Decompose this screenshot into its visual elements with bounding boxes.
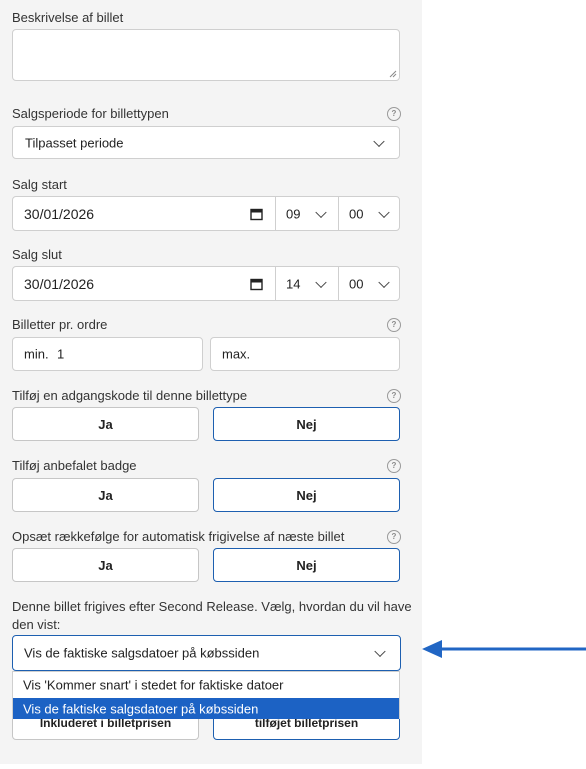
- resize-handle-icon[interactable]: [389, 70, 397, 78]
- sale-start-hour[interactable]: 09: [286, 206, 300, 221]
- option-coming-soon[interactable]: Vis 'Kommer snart' i stedet for faktiske…: [13, 672, 399, 698]
- sale-start-minute[interactable]: 00: [349, 206, 363, 221]
- sale-end-hour[interactable]: 14: [286, 276, 300, 291]
- chevron-down-icon: [373, 135, 385, 147]
- sale-end-row: 30/01/2026 14 00: [12, 266, 400, 301]
- help-icon[interactable]: ?: [387, 318, 401, 332]
- auto-release-yes-button[interactable]: Ja: [12, 548, 199, 582]
- description-textarea[interactable]: [12, 29, 400, 81]
- chevron-down-icon: [315, 276, 327, 288]
- min-value: 1: [57, 346, 65, 362]
- badge-no-button[interactable]: Nej: [213, 478, 400, 512]
- option-label: Vis 'Kommer snart' i stedet for faktiske…: [23, 677, 284, 693]
- badge-yes-button[interactable]: Ja: [12, 478, 199, 512]
- form-panel: Beskrivelse af billet Salgsperiode for b…: [0, 0, 422, 764]
- release-display-options: Vis 'Kommer snart' i stedet for faktiske…: [12, 671, 400, 719]
- chevron-down-icon: [315, 206, 327, 218]
- help-icon[interactable]: ?: [387, 459, 401, 473]
- help-icon[interactable]: ?: [387, 530, 401, 544]
- sale-end-label: Salg slut: [12, 247, 62, 262]
- sale-end-minute[interactable]: 00: [349, 276, 363, 291]
- help-icon[interactable]: ?: [387, 389, 401, 403]
- release-display-select[interactable]: Vis de faktiske salgsdatoer på købssiden: [12, 635, 401, 671]
- chevron-down-icon: [378, 276, 390, 288]
- max-placeholder: max.: [222, 346, 251, 362]
- auto-release-label: Opsæt rækkefølge for automatisk frigivel…: [12, 529, 345, 544]
- calendar-icon[interactable]: [250, 207, 263, 220]
- sale-start-label: Salg start: [12, 177, 67, 192]
- chevron-down-icon: [374, 645, 386, 658]
- release-display-value: Vis de faktiske salgsdatoer på købssiden: [24, 645, 260, 661]
- access-code-yes-button[interactable]: Ja: [12, 407, 199, 441]
- description-label: Beskrivelse af billet: [12, 10, 124, 25]
- min-tickets-input[interactable]: min. 1: [12, 337, 203, 371]
- sale-end-date[interactable]: 30/01/2026: [24, 276, 94, 292]
- min-prefix: min.: [24, 346, 49, 362]
- badge-label: Tilføj anbefalet badge: [12, 458, 137, 473]
- release-display-label-line2: den vist:: [12, 617, 61, 632]
- sale-period-label: Salgsperiode for billettypen: [12, 106, 169, 121]
- sale-period-select[interactable]: Tilpasset periode: [12, 126, 400, 159]
- sale-start-date[interactable]: 30/01/2026: [24, 206, 94, 222]
- arrow-left-icon: [422, 640, 586, 658]
- tickets-per-order-label: Billetter pr. ordre: [12, 317, 108, 332]
- auto-release-no-button[interactable]: Nej: [213, 548, 400, 582]
- max-tickets-input[interactable]: max.: [210, 337, 400, 371]
- help-icon[interactable]: ?: [387, 107, 401, 121]
- access-code-no-button[interactable]: Nej: [213, 407, 400, 441]
- sale-start-row: 30/01/2026 09 00: [12, 196, 400, 231]
- option-label: Vis de faktiske salgsdatoer på købssiden: [23, 701, 259, 716]
- access-code-label: Tilføj en adgangskode til denne billetty…: [12, 388, 248, 403]
- sale-period-value: Tilpasset periode: [25, 135, 124, 150]
- calendar-icon[interactable]: [250, 277, 263, 290]
- chevron-down-icon: [378, 206, 390, 218]
- release-display-label-line1: Denne billet frigives efter Second Relea…: [12, 599, 412, 614]
- option-actual-dates[interactable]: Vis de faktiske salgsdatoer på købssiden: [13, 698, 399, 719]
